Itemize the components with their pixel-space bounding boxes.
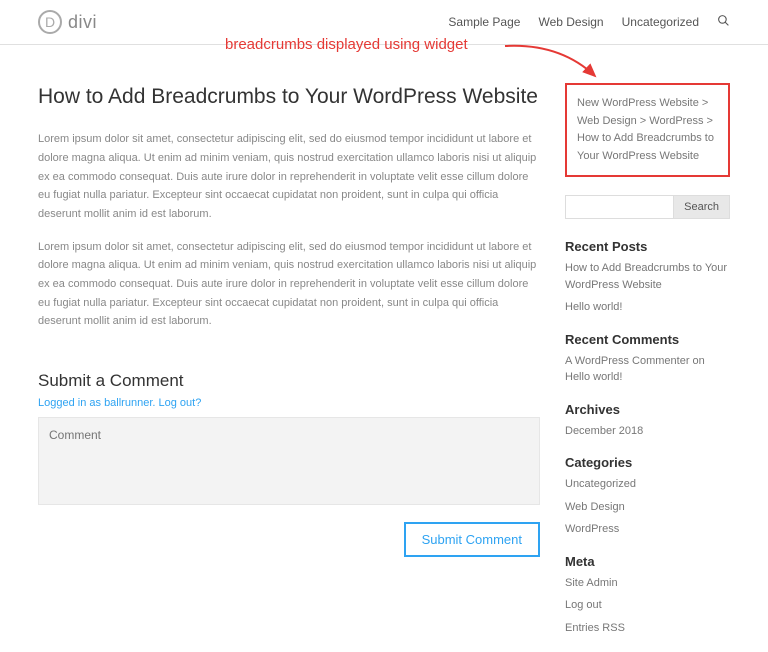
- search-button[interactable]: Search: [674, 195, 730, 219]
- recent-posts-list: How to Add Breadcrumbs to Your WordPress…: [565, 260, 730, 316]
- paragraph: Lorem ipsum dolor sit amet, consectetur …: [38, 130, 540, 223]
- breadcrumb-current: How to Add Breadcrumbs to Your WordPress…: [577, 132, 714, 162]
- main-content: How to Add Breadcrumbs to Your WordPress…: [38, 83, 540, 652]
- breadcrumb-sep: >: [699, 97, 708, 109]
- breadcrumb-link[interactable]: New WordPress Website: [577, 97, 699, 109]
- list-item[interactable]: Site Admin: [565, 575, 730, 592]
- archives-list: December 2018: [565, 423, 730, 440]
- logged-in-status: Logged in as ballrunner. Log out?: [38, 397, 540, 409]
- recent-posts-title: Recent Posts: [565, 239, 730, 254]
- logo-text: divi: [68, 12, 97, 33]
- list-item[interactable]: Log out: [565, 597, 730, 614]
- categories-title: Categories: [565, 455, 730, 470]
- comment-form-heading: Submit a Comment: [38, 371, 540, 391]
- site-header: D divi Sample Page Web Design Uncategori…: [0, 0, 768, 45]
- logo-icon: D: [38, 10, 62, 34]
- breadcrumb-sep: >: [703, 115, 712, 127]
- submit-comment-button[interactable]: Submit Comment: [404, 522, 540, 557]
- nav-item-uncategorized[interactable]: Uncategorized: [622, 15, 699, 29]
- site-logo[interactable]: D divi: [38, 10, 97, 34]
- search-input[interactable]: [565, 195, 674, 219]
- breadcrumbs-widget: New WordPress Website > Web Design > Wor…: [565, 83, 730, 177]
- paragraph: Lorem ipsum dolor sit amet, consectetur …: [38, 238, 540, 331]
- primary-nav: Sample Page Web Design Uncategorized: [448, 14, 730, 30]
- user-link[interactable]: ballrunner: [104, 397, 152, 409]
- recent-comment-item[interactable]: A WordPress Commenter on Hello world!: [565, 353, 730, 386]
- logged-in-prefix: Logged in as: [38, 397, 104, 409]
- search-widget: Search: [565, 195, 730, 219]
- comment-textarea[interactable]: [38, 417, 540, 505]
- sidebar: New WordPress Website > Web Design > Wor…: [565, 83, 730, 652]
- list-item[interactable]: December 2018: [565, 423, 730, 440]
- list-item[interactable]: How to Add Breadcrumbs to Your WordPress…: [565, 260, 730, 293]
- meta-title: Meta: [565, 554, 730, 569]
- meta-list: Site Admin Log out Entries RSS: [565, 575, 730, 637]
- logout-link[interactable]: Log out?: [159, 397, 202, 409]
- list-item[interactable]: Hello world!: [565, 299, 730, 316]
- breadcrumb-sep: >: [637, 115, 650, 127]
- list-item[interactable]: Web Design: [565, 499, 730, 516]
- page-title: How to Add Breadcrumbs to Your WordPress…: [38, 83, 540, 110]
- breadcrumb-link[interactable]: Web Design: [577, 115, 637, 127]
- search-icon[interactable]: [717, 14, 730, 30]
- categories-list: Uncategorized Web Design WordPress: [565, 476, 730, 538]
- list-item[interactable]: Entries RSS: [565, 620, 730, 637]
- nav-item-sample-page[interactable]: Sample Page: [448, 15, 520, 29]
- list-item[interactable]: WordPress: [565, 521, 730, 538]
- archives-title: Archives: [565, 402, 730, 417]
- nav-item-web-design[interactable]: Web Design: [538, 15, 603, 29]
- breadcrumb-link[interactable]: WordPress: [649, 115, 703, 127]
- recent-comments-title: Recent Comments: [565, 332, 730, 347]
- list-item[interactable]: Uncategorized: [565, 476, 730, 493]
